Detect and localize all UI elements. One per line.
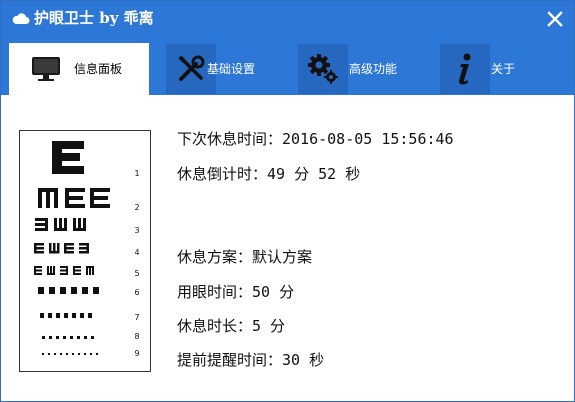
info-icon (443, 47, 487, 91)
eye-chart-row-number: 4 (134, 248, 139, 257)
eye-chart-graphic: 1 2 3 4 5 6 7 8 9 (34, 141, 140, 358)
close-icon[interactable] (544, 8, 566, 30)
next-break-time: 下次休息时间：2016-08-05 15:56:46 (177, 130, 454, 148)
gears-icon (301, 47, 345, 91)
reminder-time: 提前提醒时间：30 秒 (177, 351, 325, 369)
info-panel: 1 2 3 4 5 6 7 8 9 下次休息时间：2016-08-05 15:5… (1, 95, 574, 401)
tab-label: 信息面板 (74, 62, 123, 76)
tab-info-panel[interactable]: 信息面板 (9, 43, 149, 96)
window-title: 护眼卫士 by 乖离 (34, 9, 154, 27)
eye-chart-row-number: 8 (134, 332, 139, 341)
eye-chart-row-number: 3 (134, 226, 139, 235)
break-countdown: 休息倒计时：49 分 52 秒 (177, 165, 361, 183)
app-window: 护眼卫士 by 乖离 信息面板 基础设置 高级功能 关于 1 2 3 4 5 6… (0, 0, 575, 402)
eye-chart-row-number: 5 (134, 269, 139, 278)
eye-chart-row-number: 9 (134, 349, 139, 358)
eye-chart-row-number: 1 (134, 169, 139, 178)
eye-use-time: 用眼时间：50 分 (177, 283, 295, 301)
title-bar[interactable]: 护眼卫士 by 乖离 (1, 1, 574, 37)
eye-chart-image: 1 2 3 4 5 6 7 8 9 (19, 130, 151, 372)
tab-label: 高级功能 (349, 62, 398, 76)
break-duration: 休息时长：5 分 (177, 317, 286, 335)
break-plan: 休息方案：默认方案 (177, 248, 313, 266)
cloud-icon (12, 13, 30, 24)
monitor-icon (24, 47, 68, 91)
eye-chart-row-number: 2 (134, 203, 139, 212)
eye-chart-row-number: 6 (134, 288, 139, 297)
eye-chart-row-number: 7 (134, 313, 139, 322)
tab-label: 关于 (491, 62, 516, 76)
tab-about[interactable]: 关于 (439, 43, 569, 95)
tab-label: 基础设置 (207, 62, 256, 76)
tab-advanced-features[interactable]: 高级功能 (295, 43, 437, 95)
tab-basic-settings[interactable]: 基础设置 (151, 43, 293, 95)
